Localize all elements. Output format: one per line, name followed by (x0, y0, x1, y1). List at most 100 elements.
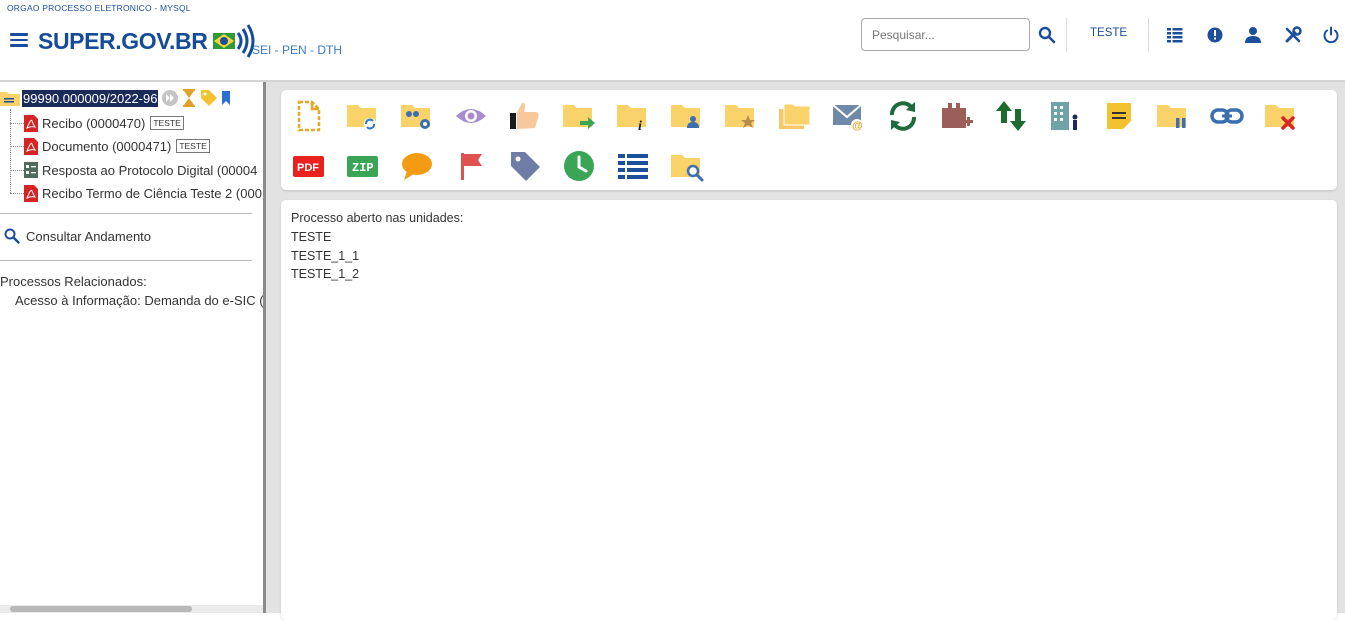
svg-text:i: i (638, 119, 642, 133)
user-icon[interactable] (1244, 26, 1262, 44)
folder-close-icon (1265, 105, 1295, 130)
speech-bubble-icon (402, 153, 432, 180)
document-label[interactable]: Documento (0000471) (42, 139, 171, 154)
tree-document-item[interactable]: Recibo (0000470) TESTE (10, 113, 184, 133)
generate-zip-button[interactable]: ZIP (345, 148, 381, 184)
update-progress-button[interactable] (885, 98, 921, 134)
pdf-icon (24, 137, 38, 155)
related-processes-button[interactable] (345, 98, 381, 134)
list-view-button[interactable] (615, 148, 651, 184)
divider (0, 260, 252, 261)
briefcase-plus-icon (942, 103, 973, 128)
unit-badge: TESTE (150, 116, 184, 130)
header: ORGAO PROCESSO ELETRONICO - MYSQL SUPER.… (0, 0, 1345, 80)
new-document-icon (297, 100, 321, 132)
main-panel: i @ PDF ZIP Processo aberto nas unidades… (266, 82, 1345, 620)
marker-button[interactable] (453, 148, 489, 184)
folder-search-icon (671, 155, 704, 182)
related-processes-title: Processos Relacionados: (0, 274, 147, 289)
power-icon[interactable] (1322, 26, 1340, 44)
pdf-icon (24, 114, 38, 132)
link-icon (1210, 108, 1244, 124)
hourglass-icon[interactable] (182, 89, 196, 107)
search-icon[interactable] (1038, 26, 1056, 44)
pdf-icon (24, 184, 38, 202)
unit-selector[interactable]: TESTE (1090, 27, 1127, 39)
control-icon[interactable] (1166, 26, 1184, 44)
include-document-button[interactable] (291, 98, 327, 134)
open-units-heading: Processo aberto nas unidades: (291, 211, 464, 225)
tree-document-item[interactable]: Documento (0000471) TESTE (10, 136, 210, 156)
building-icon (1051, 102, 1078, 130)
folder-users-gear-icon (401, 105, 430, 129)
folder-sync-icon (347, 105, 376, 130)
svg-text:PDF: PDF (297, 162, 319, 174)
brand-text: SUPER.GOV.BR (38, 27, 208, 54)
svg-text:ZIP: ZIP (352, 161, 374, 175)
alert-icon[interactable] (1206, 26, 1224, 44)
process-info-button[interactable]: i (615, 98, 651, 134)
header-divider (1066, 18, 1067, 52)
send-process-button[interactable] (561, 98, 597, 134)
action-toolbar: i @ PDF ZIP (281, 90, 1337, 190)
tree-document-item[interactable]: Recibo Termo de Ciência Teste 2 (000 (10, 183, 262, 203)
tree-document-item[interactable]: Resposta ao Protocolo Digital (00004 (10, 160, 257, 180)
horizontal-scrollbar[interactable] (0, 605, 263, 613)
generate-pdf-button[interactable]: PDF (291, 148, 327, 184)
flag-icon (461, 153, 482, 180)
open-unit-item: TESTE_1_2 (291, 267, 360, 281)
related-process-link[interactable]: Acesso à Informação: Demanda do e-SIC (1 (15, 293, 263, 308)
deadline-control-button[interactable] (561, 148, 597, 184)
thumbs-up-button[interactable] (507, 98, 543, 134)
email-icon: @ (832, 104, 863, 132)
brand-logo[interactable]: SUPER.GOV.BR (38, 24, 258, 58)
manage-interested-button[interactable] (399, 98, 435, 134)
process-content-area: Processo aberto nas unidades: TESTE TEST… (281, 200, 1337, 620)
link-process-button[interactable] (1209, 98, 1245, 134)
process-number[interactable]: 99990.000009/2022-96 (22, 89, 159, 107)
tag-button[interactable] (507, 148, 543, 184)
fast-forward-icon[interactable] (162, 90, 179, 106)
suspend-process-button[interactable] (1155, 98, 1191, 134)
marker-icon[interactable] (222, 89, 231, 107)
annotation-button[interactable] (1101, 98, 1137, 134)
folder-info-icon: i (617, 105, 646, 133)
refresh-icon (890, 101, 916, 131)
open-unit-item: TESTE (291, 230, 332, 244)
tools-icon[interactable] (1284, 26, 1302, 44)
open-unit-item: TESTE_1_1 (291, 249, 360, 263)
document-label[interactable]: Recibo Termo de Ciência Teste 2 (000 (42, 186, 262, 201)
search-input[interactable] (861, 18, 1030, 51)
folder-send-icon (563, 105, 595, 129)
thumbs-up-icon (510, 102, 539, 129)
sticky-note-icon (1107, 103, 1131, 129)
comments-button[interactable] (399, 148, 435, 184)
tag-icon[interactable] (200, 89, 218, 107)
clock-icon (564, 151, 594, 181)
folders-button[interactable] (777, 98, 813, 134)
search-icon (4, 228, 20, 244)
consult-progress-label: Consultar Andamento (26, 228, 152, 244)
divider (0, 213, 252, 214)
consult-progress-link[interactable]: Consultar Andamento (4, 228, 151, 244)
zip-icon: ZIP (347, 156, 378, 177)
folder-user-icon (671, 105, 700, 128)
assign-process-button[interactable] (669, 98, 705, 134)
svg-text:@: @ (852, 120, 863, 132)
sort-documents-button[interactable] (993, 98, 1029, 134)
document-label[interactable]: Recibo (0000470) (42, 116, 145, 131)
search-in-process-button[interactable] (669, 148, 705, 184)
unit-control-button[interactable] (1047, 98, 1083, 134)
tree-root-process[interactable]: 99990.000009/2022-96 (0, 88, 231, 108)
scrollbar-thumb[interactable] (10, 606, 192, 612)
tag-icon (511, 152, 540, 181)
attach-process-button[interactable] (939, 98, 975, 134)
menu-icon[interactable] (10, 30, 28, 48)
send-email-button[interactable]: @ (831, 98, 867, 134)
eye-icon (456, 109, 486, 123)
access-view-button[interactable] (453, 98, 489, 134)
favorite-process-button[interactable] (723, 98, 759, 134)
close-process-button[interactable] (1263, 98, 1299, 134)
unit-badge: TESTE (176, 139, 210, 153)
document-label[interactable]: Resposta ao Protocolo Digital (00004 (42, 163, 257, 178)
